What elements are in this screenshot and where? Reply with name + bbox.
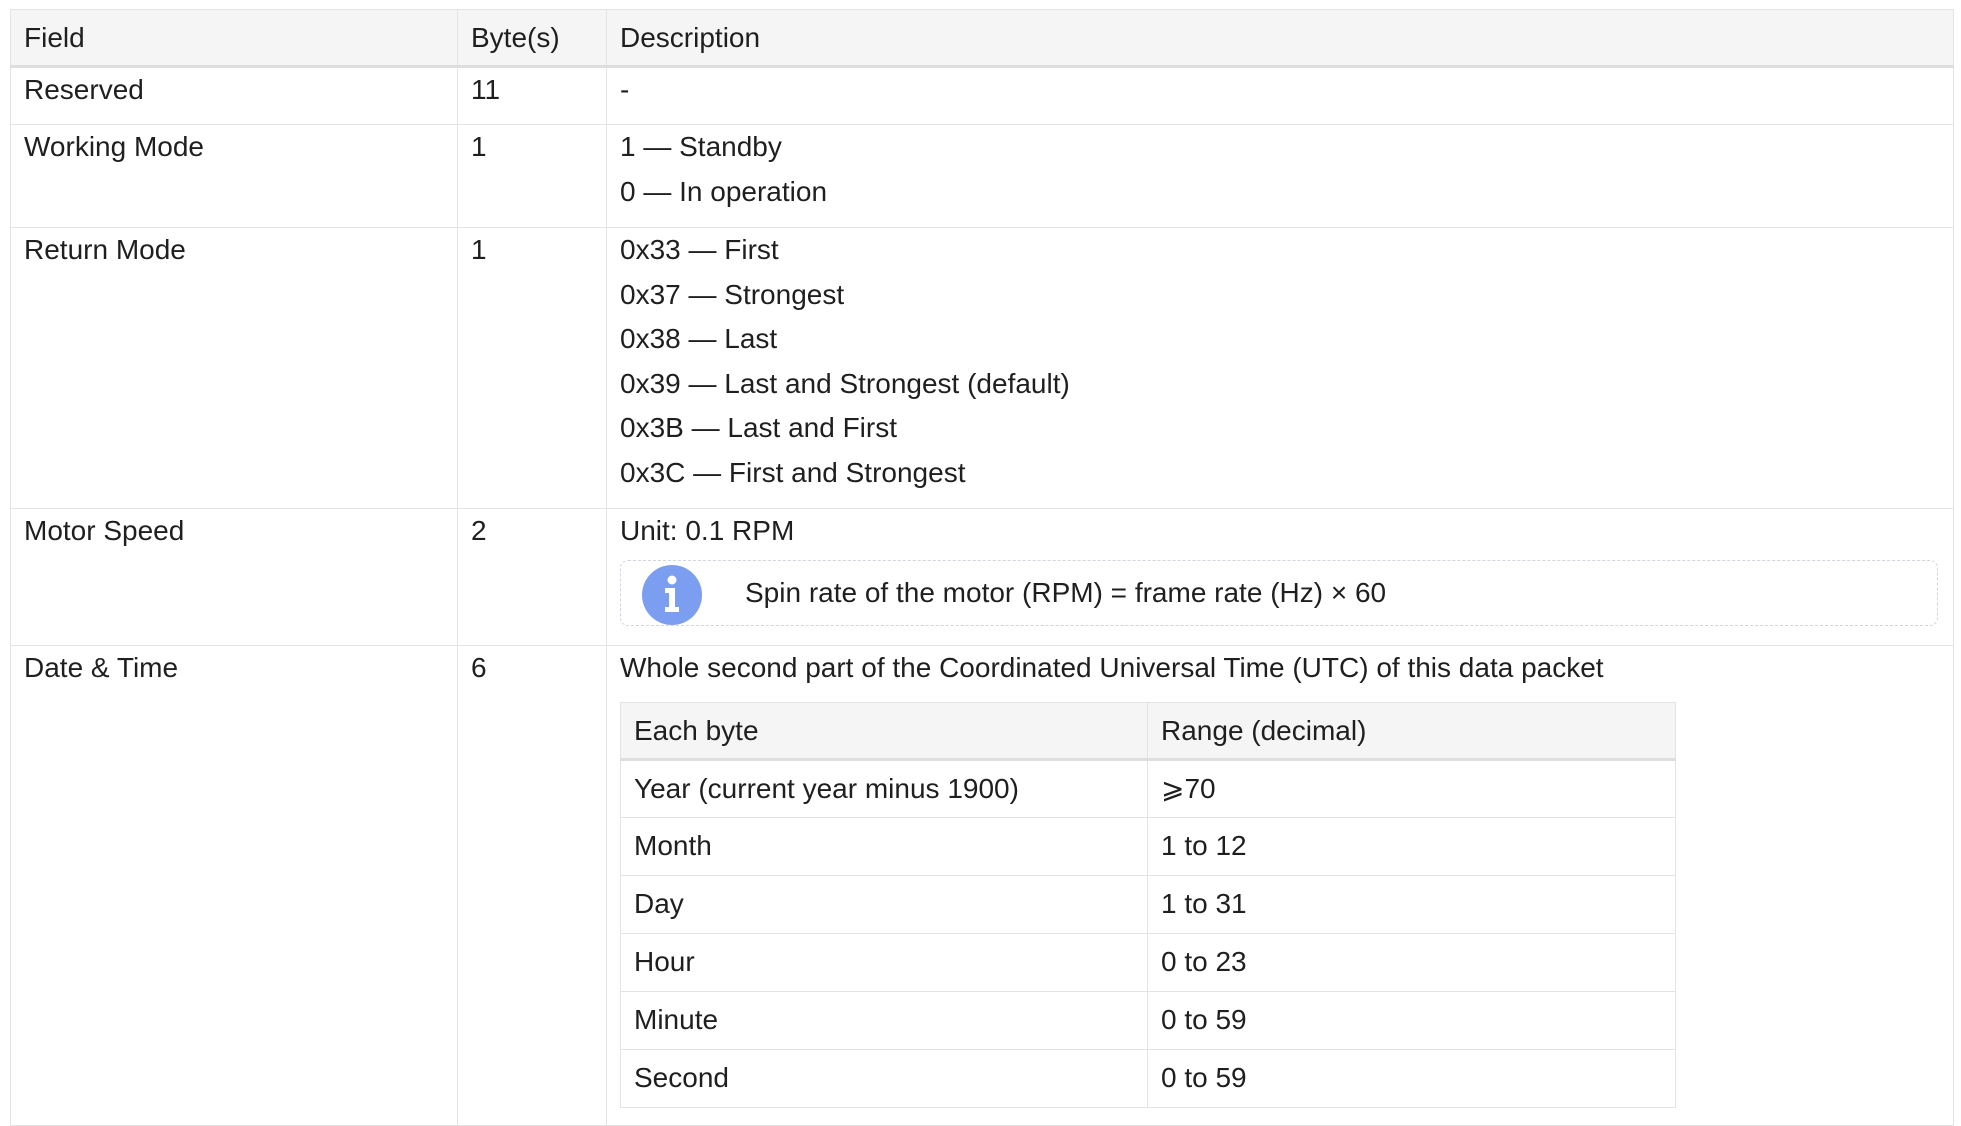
subtable-range-cell: 1 to 12: [1147, 816, 1676, 876]
date-time-subtable: Each byte Range (decimal) Year (current …: [620, 701, 1676, 1108]
subtable-range-cell: 0 to 23: [1147, 932, 1676, 992]
description-line: -: [620, 74, 630, 105]
table-row: Working Mode 1 1 — Standby 0 — In operat…: [10, 124, 1954, 228]
subtable-each-byte-cell: Year (current year minus 1900): [620, 758, 1148, 818]
description-cell: Whole second part of the Coordinated Uni…: [606, 645, 1954, 1126]
subtable-each-byte-cell: Hour: [620, 932, 1148, 992]
subtable-range-cell: ⩾70: [1147, 758, 1676, 818]
subtable-header-range: Range (decimal): [1147, 701, 1676, 761]
field-cell: Reserved: [10, 66, 458, 125]
subtable-row: Minute 0 to 59: [620, 990, 1676, 1050]
note-text: Spin rate of the motor (RPM) = frame rat…: [745, 576, 1387, 608]
field-cell: Date & Time: [10, 645, 458, 1126]
info-note: Spin rate of the motor (RPM) = frame rat…: [620, 559, 1938, 626]
description-cell: Unit: 0.1 RPM Spin rate of the motor (RP…: [606, 508, 1954, 646]
subtable-header-row: Each byte Range (decimal): [620, 701, 1676, 761]
subtable-row: Month 1 to 12: [620, 816, 1676, 876]
description-cell: -: [606, 66, 1954, 125]
subtable-each-byte-cell: Day: [620, 874, 1148, 934]
field-cell: Motor Speed: [10, 508, 458, 646]
table-row: Date & Time 6 Whole second part of the C…: [10, 645, 1954, 1126]
table-row: Return Mode 1 0x33 — First 0x37 — Strong…: [10, 227, 1954, 509]
field-table: Field Byte(s) Description Reserved 11 - …: [10, 9, 1954, 1126]
description-line: 0x37 — Strongest: [620, 278, 845, 310]
field-table-container: Field Byte(s) Description Reserved 11 - …: [10, 9, 1954, 1126]
subtable-row: Day 1 to 31: [620, 874, 1676, 934]
description-line: Whole second part of the Coordinated Uni…: [620, 652, 1604, 683]
subtable-each-byte-cell: Second: [620, 1048, 1148, 1108]
description-line: 0x3C — First and Strongest: [620, 456, 966, 488]
bytes-cell: 2: [457, 508, 607, 646]
description-line: 0x33 — First: [620, 234, 779, 265]
info-icon: [642, 564, 702, 625]
bytes-cell: 6: [457, 645, 607, 1126]
subtable-row: Second 0 to 59: [620, 1048, 1676, 1108]
bytes-cell: 1: [457, 227, 607, 509]
bytes-cell: 1: [457, 124, 607, 228]
table-row: Motor Speed 2 Unit: 0.1 RPM Spin rate of…: [10, 508, 1954, 646]
subtable-range-cell: 0 to 59: [1147, 990, 1676, 1050]
description-cell: 0x33 — First 0x37 — Strongest 0x38 — Las…: [606, 227, 1954, 509]
subtable-row: Hour 0 to 23: [620, 932, 1676, 992]
subtable-each-byte-cell: Minute: [620, 990, 1148, 1050]
description-line: 0x38 — Last: [620, 323, 778, 354]
description-cell: 1 — Standby 0 — In operation: [606, 124, 1954, 228]
subtable-row: Year (current year minus 1900) ⩾70: [620, 758, 1676, 818]
bytes-cell: 11: [457, 66, 607, 125]
field-cell: Working Mode: [10, 124, 458, 228]
subtable-each-byte-cell: Month: [620, 816, 1148, 876]
field-cell: Return Mode: [10, 227, 458, 509]
description-line: 0 — In operation: [620, 175, 828, 207]
subtable-header-each-byte: Each byte: [620, 701, 1148, 761]
subtable-range-cell: 0 to 59: [1147, 1048, 1676, 1108]
table-row: Reserved 11 -: [10, 66, 1954, 125]
description-line: 0x3B — Last and First: [620, 412, 898, 443]
header-field: Field: [10, 9, 458, 68]
table-header-row: Field Byte(s) Description: [10, 9, 1954, 68]
description-line: Unit: 0.1 RPM: [620, 515, 795, 546]
header-description: Description: [606, 9, 1954, 68]
description-line: 1 — Standby: [620, 131, 782, 162]
subtable-range-cell: 1 to 31: [1147, 874, 1676, 934]
description-line: 0x39 — Last and Strongest (default): [620, 367, 1070, 399]
header-bytes: Byte(s): [457, 9, 607, 68]
